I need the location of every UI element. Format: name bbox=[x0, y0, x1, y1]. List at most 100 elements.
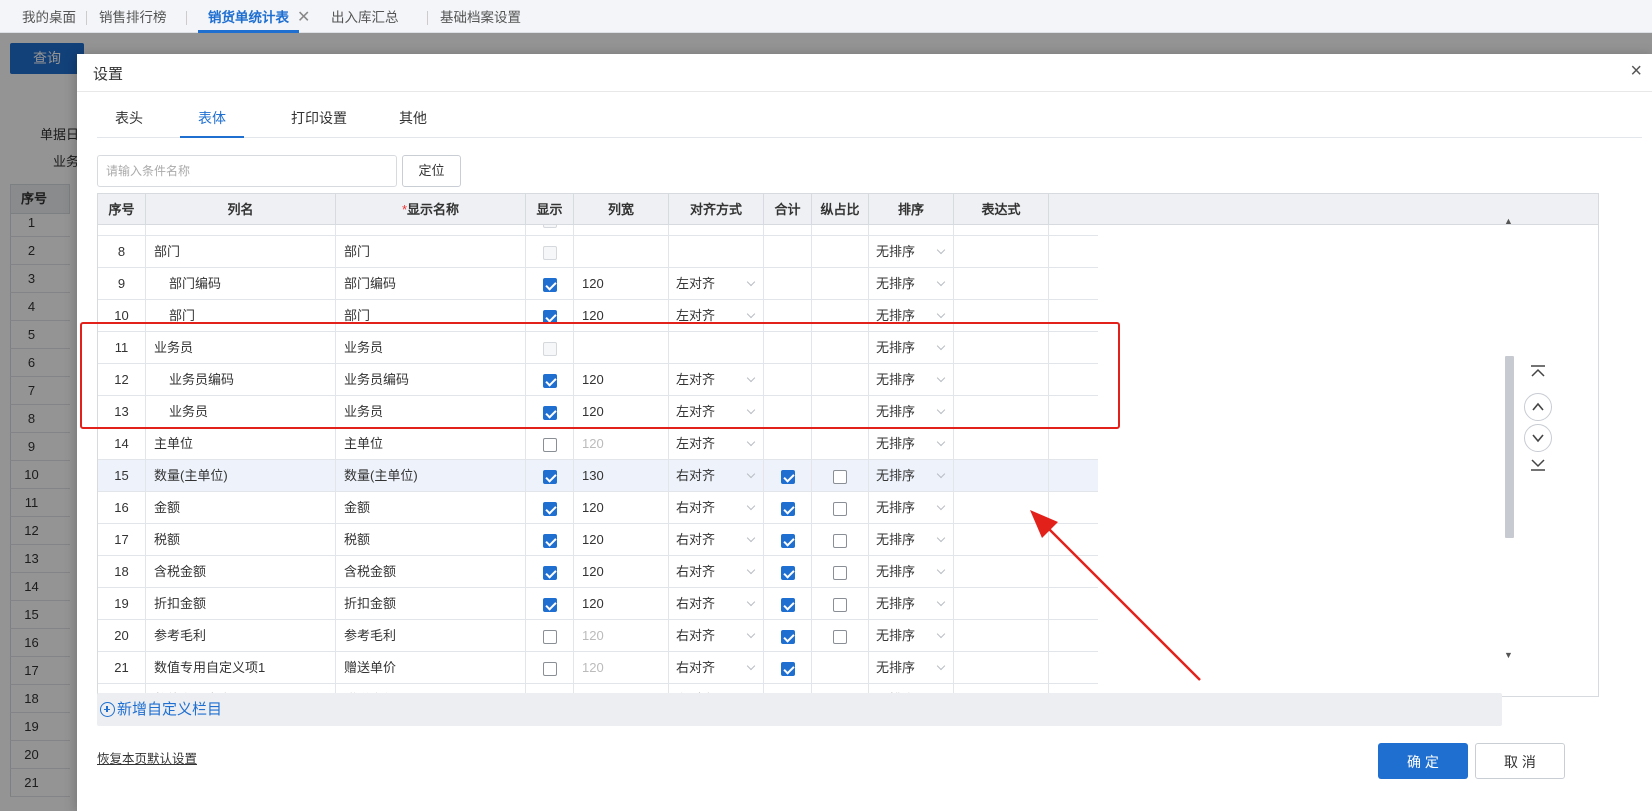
checkbox[interactable] bbox=[833, 629, 847, 644]
scrollbar-thumb[interactable] bbox=[1505, 356, 1514, 538]
align-select[interactable]: 右对齐 bbox=[669, 492, 763, 524]
tab-inout-summary[interactable]: 出入库汇总 bbox=[331, 0, 399, 33]
checkbox[interactable] bbox=[780, 469, 795, 484]
sort-select[interactable]: 无排序 bbox=[869, 332, 953, 364]
cell-sort[interactable]: 无排序 bbox=[869, 300, 954, 332]
condition-search-input[interactable] bbox=[97, 155, 397, 187]
cell-expression[interactable] bbox=[954, 300, 1049, 332]
sort-select[interactable]: 无排序 bbox=[869, 236, 953, 268]
cell-sort[interactable]: 无排序 bbox=[869, 332, 954, 364]
cell-sort[interactable]: 无排序 bbox=[869, 492, 954, 524]
cell-align[interactable]: 右对齐 bbox=[669, 620, 764, 652]
cell-width[interactable]: 120 bbox=[574, 396, 669, 428]
checkbox[interactable] bbox=[833, 501, 847, 516]
checkbox[interactable] bbox=[542, 225, 557, 228]
cell-display-name[interactable]: 部门编码 bbox=[336, 268, 526, 300]
checkbox[interactable] bbox=[780, 629, 795, 644]
sort-select[interactable]: 无排序 bbox=[869, 428, 953, 460]
move-to-top-icon[interactable] bbox=[1520, 364, 1556, 392]
add-custom-column-label[interactable]: 新增自定义栏目 bbox=[117, 693, 222, 726]
cell-width[interactable]: 120 bbox=[574, 556, 669, 588]
checkbox[interactable] bbox=[780, 661, 795, 676]
cell-sort[interactable]: 无排序 bbox=[869, 460, 954, 492]
cell-expression[interactable] bbox=[954, 460, 1049, 492]
cell-expression[interactable] bbox=[954, 492, 1049, 524]
cell-display-name[interactable]: 参考毛利 bbox=[336, 620, 526, 652]
cell-display-name[interactable]: 业务员 bbox=[336, 332, 526, 364]
align-select[interactable]: 右对齐 bbox=[669, 588, 763, 620]
checkbox[interactable] bbox=[780, 597, 795, 612]
cell-align[interactable]: 右对齐 bbox=[669, 556, 764, 588]
cell-sort[interactable] bbox=[869, 225, 954, 236]
sort-select[interactable]: 无排序 bbox=[869, 620, 953, 652]
checkbox[interactable] bbox=[542, 405, 557, 420]
table-row[interactable]: 14 主单位 主单位 120 左对齐 无排序 bbox=[98, 428, 1098, 460]
cell-expression[interactable] bbox=[954, 556, 1049, 588]
sort-select[interactable]: 无排序 bbox=[869, 268, 953, 300]
table-row[interactable]: 21 数值专用自定义项1 赠送单价 120 右对齐 无排序 bbox=[98, 652, 1098, 684]
cell-width[interactable]: 120 bbox=[574, 428, 669, 460]
align-select[interactable]: 右对齐 bbox=[669, 524, 763, 556]
locate-button[interactable]: 定位 bbox=[402, 155, 461, 187]
sort-select[interactable]: 无排序 bbox=[869, 652, 953, 684]
close-icon[interactable]: ✕ bbox=[297, 7, 310, 27]
sort-select[interactable]: 无排序 bbox=[869, 300, 953, 332]
checkbox[interactable] bbox=[780, 501, 795, 516]
cell-display-name[interactable]: 赠送单价 bbox=[336, 652, 526, 684]
cell-width[interactable]: 120 bbox=[574, 588, 669, 620]
checkbox[interactable] bbox=[780, 533, 795, 548]
cell-expression[interactable] bbox=[954, 620, 1049, 652]
align-select[interactable]: 左对齐 bbox=[669, 268, 763, 300]
checkbox[interactable] bbox=[833, 469, 847, 484]
cell-align[interactable]: 右对齐 bbox=[669, 524, 764, 556]
tab-sales-ranking[interactable]: 销售排行榜 bbox=[99, 0, 167, 33]
tab-print-settings[interactable]: 打印设置 bbox=[279, 98, 359, 138]
cell-width[interactable]: 120 bbox=[574, 652, 669, 684]
cell-expression[interactable] bbox=[954, 225, 1049, 236]
cell-align[interactable]: 左对齐 bbox=[669, 428, 764, 460]
cell-display-name[interactable] bbox=[336, 225, 526, 236]
cell-display-name[interactable]: 部门 bbox=[336, 236, 526, 268]
cell-sort[interactable]: 无排序 bbox=[869, 652, 954, 684]
table-row[interactable]: 19 折扣金额 折扣金额 120 右对齐 无排序 bbox=[98, 588, 1098, 620]
checkbox[interactable] bbox=[542, 309, 557, 324]
cell-width[interactable]: 130 bbox=[574, 460, 669, 492]
cell-expression[interactable] bbox=[954, 268, 1049, 300]
tab-basic-archive[interactable]: 基础档案设置 bbox=[440, 0, 521, 33]
cell-sort[interactable]: 无排序 bbox=[869, 236, 954, 268]
tab-other[interactable]: 其他 bbox=[387, 98, 439, 138]
vertical-scrollbar[interactable]: ▲ ▼ bbox=[1501, 216, 1516, 690]
cell-expression[interactable] bbox=[954, 588, 1049, 620]
cell-width[interactable]: 120 bbox=[574, 268, 669, 300]
cell-expression[interactable] bbox=[954, 524, 1049, 556]
cell-expression[interactable] bbox=[954, 428, 1049, 460]
cell-display-name[interactable]: 含税金额 bbox=[336, 556, 526, 588]
move-up-icon[interactable] bbox=[1524, 393, 1552, 421]
move-to-bottom-icon[interactable] bbox=[1520, 458, 1556, 486]
checkbox[interactable] bbox=[542, 277, 557, 292]
cell-width[interactable] bbox=[574, 225, 669, 236]
cell-align[interactable]: 左对齐 bbox=[669, 300, 764, 332]
cell-sort[interactable]: 无排序 bbox=[869, 428, 954, 460]
restore-defaults-link[interactable]: 恢复本页默认设置 bbox=[97, 748, 197, 767]
cell-width[interactable]: 120 bbox=[574, 492, 669, 524]
cell-display-name[interactable]: 主单位 bbox=[336, 428, 526, 460]
cell-align[interactable] bbox=[669, 236, 764, 268]
cell-width[interactable] bbox=[574, 332, 669, 364]
cell-align[interactable]: 左对齐 bbox=[669, 396, 764, 428]
checkbox[interactable] bbox=[780, 565, 795, 580]
cell-align[interactable]: 右对齐 bbox=[669, 492, 764, 524]
sort-select[interactable]: 无排序 bbox=[869, 396, 953, 428]
table-row[interactable]: 15 数量(主单位) 数量(主单位) 130 右对齐 无排序 bbox=[98, 460, 1098, 492]
sort-select[interactable]: 无排序 bbox=[869, 460, 953, 492]
cell-display-name[interactable]: 金额 bbox=[336, 492, 526, 524]
cancel-button[interactable]: 取 消 bbox=[1475, 743, 1565, 779]
cell-sort[interactable]: 无排序 bbox=[869, 556, 954, 588]
cell-sort[interactable]: 无排序 bbox=[869, 588, 954, 620]
cell-expression[interactable] bbox=[954, 652, 1049, 684]
table-row[interactable]: 11 业务员 业务员 无排序 bbox=[98, 332, 1098, 364]
cell-align[interactable]: 右对齐 bbox=[669, 652, 764, 684]
checkbox[interactable] bbox=[542, 565, 557, 580]
checkbox[interactable] bbox=[833, 565, 847, 580]
checkbox[interactable] bbox=[542, 597, 557, 612]
